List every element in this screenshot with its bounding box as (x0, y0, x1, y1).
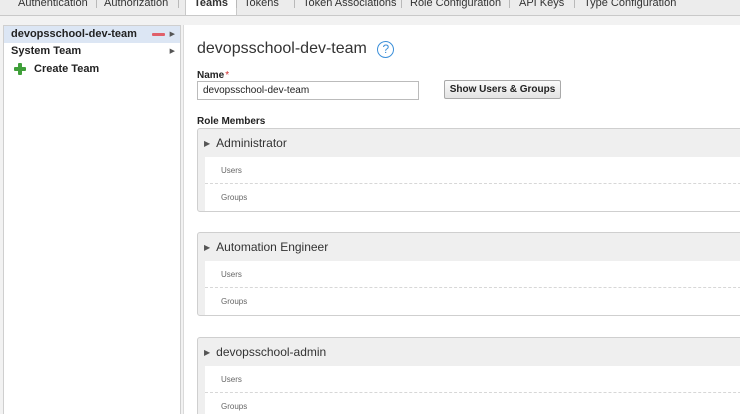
tab-bar: Authentication Authorization Teams Token… (0, 0, 740, 16)
role-name: Automation Engineer (216, 240, 329, 254)
sidebar-item-label: System Team (11, 45, 82, 57)
role-groups-row: Groups (205, 184, 740, 211)
tab-separator (236, 0, 237, 8)
role-users-row: Users (205, 261, 740, 288)
team-sidebar: devopsschool-dev-team ▶ System Team ▶ Cr… (3, 25, 181, 414)
sidebar-item-system-team[interactable]: System Team ▶ (4, 43, 180, 60)
chevron-right-icon: ▶ (169, 48, 175, 55)
expand-triangle-icon[interactable]: ▶ (204, 243, 210, 252)
sidebar-item-label: devopsschool-dev-team (11, 28, 137, 40)
page-title: devopsschool-dev-team (197, 40, 367, 57)
tab-separator (294, 0, 295, 8)
create-team-label: Create Team (34, 63, 100, 75)
role-groups-row: Groups (205, 393, 740, 414)
role-section-administrator: ▶ Administrator Users Groups (197, 128, 740, 212)
tab-type-configuration[interactable]: Type Configuration (584, 0, 676, 13)
tab-separator (574, 0, 575, 8)
tab-token-associations[interactable]: Token Associations (303, 0, 397, 13)
name-label-text: Name (197, 70, 225, 81)
role-users-row: Users (205, 366, 740, 393)
required-mark: * (225, 70, 230, 81)
create-team-button[interactable]: Create Team (4, 60, 180, 78)
role-section-automation-engineer: ▶ Automation Engineer Users Groups (197, 232, 740, 316)
expand-triangle-icon[interactable]: ▶ (204, 348, 210, 357)
role-section-devopsschool-admin: ▶ devopsschool-admin Users Groups (197, 337, 740, 414)
tab-separator (96, 0, 97, 8)
role-header[interactable]: ▶ Administrator (198, 129, 740, 157)
tab-authorization[interactable]: Authorization (104, 0, 168, 13)
remove-icon[interactable] (152, 33, 165, 36)
role-header[interactable]: ▶ devopsschool-admin (198, 338, 740, 366)
tab-api-keys[interactable]: API Keys (519, 0, 564, 13)
tab-authentication[interactable]: Authentication (18, 0, 88, 13)
tab-teams[interactable]: Teams (185, 0, 238, 15)
sidebar-item-devopsschool-dev-team[interactable]: devopsschool-dev-team ▶ (4, 26, 180, 43)
team-name-input[interactable] (197, 81, 419, 100)
show-users-groups-button[interactable]: Show Users & Groups (444, 80, 561, 99)
plus-icon (14, 63, 26, 75)
role-users-row: Users (205, 157, 740, 184)
chevron-right-icon: ▶ (169, 31, 175, 38)
help-icon[interactable]: ? (377, 41, 395, 58)
role-name: Administrator (216, 136, 287, 150)
tab-separator (178, 0, 179, 8)
role-header[interactable]: ▶ Automation Engineer (198, 233, 740, 261)
page-title-row: devopsschool-dev-team ? (197, 38, 395, 60)
name-label: Name* (197, 70, 229, 81)
tab-tokens[interactable]: Tokens (244, 0, 279, 13)
role-name: devopsschool-admin (216, 345, 327, 359)
expand-triangle-icon[interactable]: ▶ (204, 139, 210, 148)
role-members-label: Role Members (197, 116, 266, 127)
tab-role-configuration[interactable]: Role Configuration (410, 0, 501, 13)
tab-separator (509, 0, 510, 8)
role-groups-row: Groups (205, 288, 740, 315)
tab-separator (401, 0, 402, 8)
team-detail-panel: devopsschool-dev-team ? Name* Show Users… (183, 25, 740, 414)
